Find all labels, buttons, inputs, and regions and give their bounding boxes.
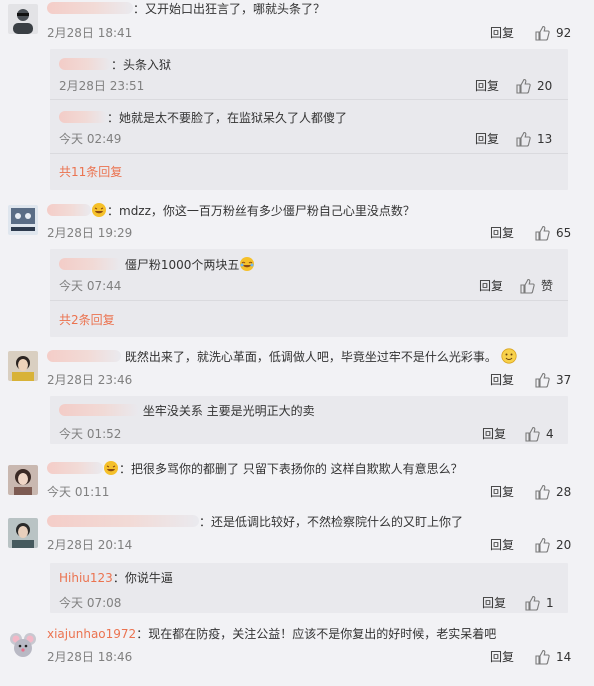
comment-text: ：还是低调比较好，不然检察院什么的又盯上你了 [47,513,463,531]
avatar[interactable] [8,630,38,660]
thumbs-up-icon [516,78,531,94]
blurred-username[interactable] [47,204,91,216]
comment-text: ：mdzz，你这一百万粉丝有多少僵尸粉自己心里没点数？ [47,202,415,220]
sub-reply-text: Hihiu123：你说牛逼 [59,571,173,585]
like-button[interactable]: 4 [524,426,554,442]
divider [50,153,568,154]
reply-button[interactable]: 回复 [490,537,514,553]
comment-time: 2月28日 18:41 [47,26,133,40]
like-count: 13 [537,132,553,146]
avatar[interactable] [8,518,38,548]
like-count: 20 [556,538,572,552]
thumbs-up-icon [535,649,550,665]
like-button[interactable]: 赞 [519,278,553,294]
reply-button[interactable]: 回复 [490,484,514,500]
like-button[interactable]: 92 [534,25,571,41]
like-count: 1 [546,596,554,610]
sub-reply-text: 坐牢没关系 主要是光明正大的卖 [59,402,315,420]
comment-time: 2月28日 18:46 [47,650,133,664]
like-button[interactable]: 28 [534,484,571,500]
reply-button[interactable]: 回复 [482,595,506,611]
thumbs-up-icon [535,537,550,553]
sub-reply-time: 今天 02:49 [59,132,122,146]
thumbs-up-icon [525,426,540,442]
thumbs-up-icon [525,595,540,611]
more-replies-link[interactable]: 共2条回复 [59,312,115,328]
blurred-username[interactable] [47,515,199,527]
reply-box: Hihiu123：你说牛逼 今天 07:08 回复 1 [50,563,568,613]
comment-text: ：把很多骂你的都删了 只留下表扬你的 这样自欺欺人有意思么？ [47,460,463,478]
comment-time: 2月28日 23:46 [47,373,133,387]
reply-button[interactable]: 回复 [490,25,514,41]
reply-button[interactable]: 回复 [482,426,506,442]
comment-text: xiajunhao1972：现在都在防疫，关注公益！应该不是你复出的好时候，老实… [47,627,497,641]
thumbs-up-icon [535,25,550,41]
comment-list: ：又开始口出狂言了，哪就头条了？ 2月28日 18:41 回复 92 ：头条入狱… [0,0,594,686]
reply-box: 坐牢没关系 主要是光明正大的卖 今天 01:52 回复 4 [50,396,568,444]
blurred-username[interactable] [47,350,121,362]
more-replies-link[interactable]: 共11条回复 [59,164,122,180]
comment-text: ：又开始口出狂言了，哪就头条了？ [47,0,325,18]
like-button[interactable]: 20 [515,78,552,94]
avatar[interactable] [8,465,38,495]
like-button[interactable]: 1 [524,595,554,611]
like-button[interactable]: 20 [534,537,571,553]
reply-box: ：头条入狱 2月28日 23:51 回复 20 ：她就是太不要脸了，在监狱呆久了… [50,49,568,190]
like-count: 4 [546,427,554,441]
thumbs-up-icon [516,131,531,147]
reply-box: 僵尸粉1000个两块五 今天 07:44 回复 赞 共2条回复 [50,249,568,337]
like-button[interactable]: 14 [534,649,571,665]
like-count: 28 [556,485,572,499]
blurred-username[interactable] [47,462,103,474]
laughing-emoji [104,461,118,475]
divider [50,99,568,100]
reply-button[interactable]: 回复 [479,278,503,294]
like-count: 92 [556,26,572,40]
sub-reply-time: 今天 01:52 [59,427,122,441]
smile-emoji [501,348,517,364]
like-button[interactable]: 13 [515,131,552,147]
sub-reply-text: ：她就是太不要脸了，在监狱呆久了人都傻了 [59,109,347,127]
divider [50,300,568,301]
avatar[interactable] [8,4,38,34]
like-count: 赞 [541,279,554,293]
comment-time: 今天 01:11 [47,485,110,499]
thumbs-up-icon [535,484,550,500]
reply-button[interactable]: 回复 [490,649,514,665]
reply-button[interactable]: 回复 [490,225,514,241]
thumbs-up-icon [535,372,550,388]
blurred-username[interactable] [59,258,121,270]
blurred-username[interactable] [47,2,133,14]
like-count: 14 [556,650,572,664]
sub-reply-time: 今天 07:44 [59,279,122,293]
username[interactable]: xiajunhao1972 [47,627,136,641]
thumbs-up-icon [520,278,535,294]
sub-reply-text: ：头条入狱 [59,56,171,74]
comment-time: 2月28日 19:29 [47,226,133,240]
comment-time: 2月28日 20:14 [47,538,133,552]
reply-button[interactable]: 回复 [475,131,499,147]
thumbs-up-icon [535,225,550,241]
like-button[interactable]: 37 [534,372,571,388]
sub-reply-text: 僵尸粉1000个两块五 [59,256,255,274]
avatar[interactable] [8,205,38,235]
laughing-emoji [240,257,255,271]
sub-reply-time: 2月28日 23:51 [59,79,145,93]
blurred-username[interactable] [59,111,107,123]
username[interactable]: Hihiu123 [59,571,113,585]
sub-reply-time: 今天 07:08 [59,596,122,610]
like-count: 65 [556,226,572,240]
reply-button[interactable]: 回复 [475,78,499,94]
laughing-emoji [92,203,106,217]
blurred-username[interactable] [59,404,139,416]
like-button[interactable]: 65 [534,225,571,241]
blurred-username[interactable] [59,58,111,70]
reply-button[interactable]: 回复 [490,372,514,388]
comment-text: 既然出来了，就洗心革面，低调做人吧，毕竟坐过牢不是什么光彩事。 [47,348,517,366]
like-count: 37 [556,373,572,387]
like-count: 20 [537,79,553,93]
avatar[interactable] [8,351,38,381]
